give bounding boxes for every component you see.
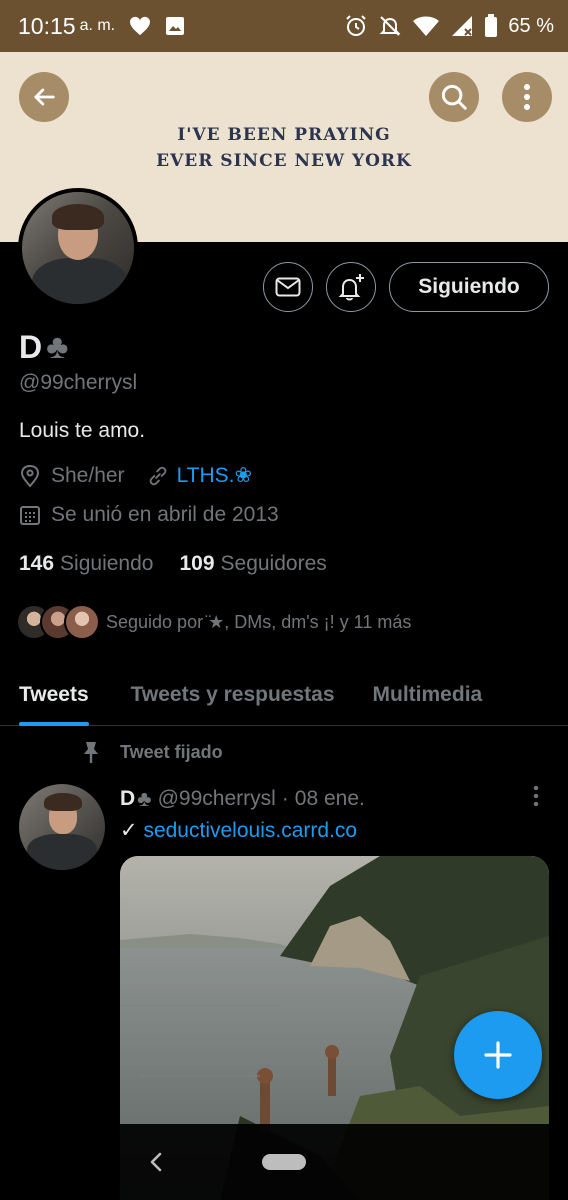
tweet-avatar[interactable] xyxy=(19,784,105,870)
followers-count: 109 xyxy=(179,552,215,575)
arrow-left-icon xyxy=(34,88,55,106)
profile-avatar[interactable] xyxy=(18,188,138,308)
tab-tweets-and-replies-label: Tweets y respuestas xyxy=(130,683,335,706)
profile-website-link[interactable]: LTHS.❀ xyxy=(177,463,253,488)
profile-joined-row: Se unió en abril de 2013 xyxy=(19,503,279,527)
mail-icon xyxy=(275,277,301,297)
profile-location: She/her xyxy=(51,463,125,487)
tweet-more-icon[interactable] xyxy=(528,784,544,808)
location-pin-icon xyxy=(20,464,40,488)
tweet-date: 08 ene. xyxy=(294,787,365,810)
notifications-button[interactable] xyxy=(326,262,376,312)
calendar-icon xyxy=(20,506,40,525)
link-icon xyxy=(149,466,166,485)
following-stat[interactable]: 146 Siguiendo xyxy=(19,552,153,576)
followed-by[interactable]: Seguido por ̈★, DMs, dm's ¡! y 11 más xyxy=(16,604,411,640)
search-button[interactable] xyxy=(429,72,479,122)
tweet-separator: · xyxy=(281,787,289,810)
tweet-author-handle: @99cherrysl xyxy=(157,787,276,810)
profile-name: D ♣ xyxy=(19,328,68,367)
compose-tweet-button[interactable] xyxy=(454,1011,542,1099)
banner-line-2: EVER SINCE NEW YORK xyxy=(156,151,412,171)
alarm-icon xyxy=(346,15,367,36)
tab-active-indicator xyxy=(19,722,89,726)
more-options-button[interactable] xyxy=(502,72,552,122)
status-bar: 10:15 a. m. 65 % xyxy=(0,0,568,52)
gallery-icon xyxy=(166,17,185,35)
search-icon xyxy=(441,84,467,110)
tweet-header: D ♣ @99cherrysl · 08 ene. xyxy=(120,786,365,812)
profile-joined: Se unió en abril de 2013 xyxy=(51,503,279,526)
bell-plus-icon xyxy=(338,274,364,301)
profile-meta-row: She/her LTHS.❀ xyxy=(19,463,252,488)
wifi-icon xyxy=(413,16,440,36)
profile-tabs: Tweets Tweets y respuestas Multimedia xyxy=(0,664,568,726)
followers-label: Seguidores xyxy=(220,552,327,575)
status-ampm: a. m. xyxy=(79,17,116,34)
tweet-link[interactable]: seductivelouis.carrd.co xyxy=(143,819,357,842)
tab-media-label: Multimedia xyxy=(372,683,483,706)
following-label: Siguiendo xyxy=(60,552,154,575)
tweet-club-symbol: ♣ xyxy=(137,786,152,811)
following-button[interactable]: Siguiendo xyxy=(389,262,549,312)
pinned-label: Tweet fijado xyxy=(120,741,223,762)
tweet-author-name[interactable]: D xyxy=(120,787,135,811)
heart-icon xyxy=(130,16,151,36)
tab-tweets-and-replies[interactable]: Tweets y respuestas xyxy=(131,664,335,726)
banner-text: I'VE BEEN PRAYING EVER SINCE NEW YORK xyxy=(0,122,568,174)
profile-name-text: D xyxy=(19,329,43,365)
banner-line-1: I'VE BEEN PRAYING xyxy=(177,125,391,145)
following-count: 146 xyxy=(19,552,55,575)
tweet-text: ✓ seductivelouis.carrd.co xyxy=(120,818,357,843)
more-vertical-icon xyxy=(524,84,530,110)
tab-tweets[interactable]: Tweets xyxy=(19,664,89,726)
back-button[interactable] xyxy=(19,72,69,122)
profile-bio: Louis te amo. xyxy=(19,419,146,442)
nav-home-pill[interactable] xyxy=(262,1154,306,1170)
mute-bell-icon xyxy=(379,16,401,36)
profile-handle: @99cherrysl xyxy=(19,371,138,394)
tab-media[interactable]: Multimedia xyxy=(373,664,483,726)
pinned-indicator: Tweet fijado xyxy=(80,740,223,764)
message-button[interactable] xyxy=(263,262,313,312)
followed-by-text: Seguido por ̈★, DMs, dm's ¡! y 11 más xyxy=(106,611,412,632)
status-time: 10:15 xyxy=(18,12,76,39)
signal-icon xyxy=(452,16,473,36)
battery-icon xyxy=(485,14,498,37)
tweet-checkmark: ✓ xyxy=(120,819,138,842)
tab-tweets-label: Tweets xyxy=(19,683,89,706)
pin-icon xyxy=(84,742,98,763)
club-symbol: ♣ xyxy=(46,328,69,366)
battery-percent: 65 % xyxy=(508,14,554,37)
nav-back-icon[interactable] xyxy=(146,1148,166,1176)
plus-icon xyxy=(484,1041,512,1069)
followers-stat[interactable]: 109 Seguidores xyxy=(179,552,326,576)
follower-avatar-3 xyxy=(64,604,100,640)
profile-stats: 146 Siguiendo 109 Seguidores xyxy=(19,552,327,576)
